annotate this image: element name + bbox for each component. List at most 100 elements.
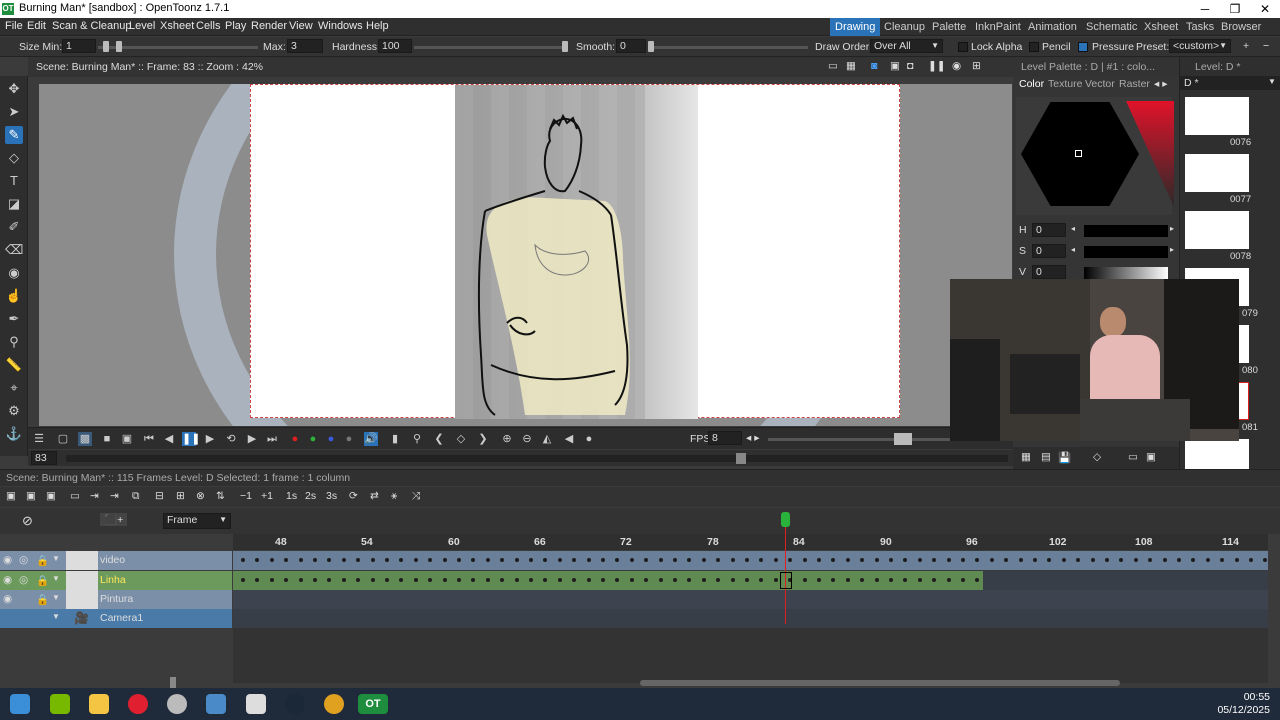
chevron-down-icon[interactable]: ▼ <box>52 593 60 602</box>
green-channel-icon[interactable]: ● <box>306 432 320 446</box>
room-xsheet[interactable]: Xsheet <box>1139 18 1183 36</box>
level-frame-thumbnail[interactable] <box>1185 154 1249 192</box>
frame-slider-knob[interactable] <box>736 453 746 464</box>
shuffle-icon[interactable]: ⤨ <box>412 490 420 503</box>
column-cells-pintura[interactable] <box>233 590 1268 609</box>
preview-icon[interactable]: ▣ <box>890 60 900 72</box>
room-inknpaint[interactable]: InknPaint <box>970 18 1026 36</box>
obs-icon[interactable] <box>167 694 187 714</box>
lock-icon[interactable]: 🔒 <box>36 574 49 587</box>
hardness-slider[interactable] <box>414 46 568 49</box>
key-icon[interactable]: ◇ <box>1093 451 1101 463</box>
duplicate-icon[interactable]: ⧉ <box>132 490 140 503</box>
frame-field[interactable]: 83 <box>31 451 57 465</box>
menu-help[interactable]: Help <box>366 20 389 32</box>
random-icon[interactable]: ⚹ <box>391 490 397 503</box>
alpha-channel-icon[interactable]: ● <box>342 432 356 446</box>
preset-select[interactable]: <custom> ▼ <box>1169 39 1231 53</box>
save-icon[interactable]: 💾 <box>1058 451 1071 464</box>
hardness-field[interactable]: 100 <box>378 39 412 53</box>
lock-icon[interactable]: 🔒 <box>36 593 49 606</box>
xsheet-empty-area[interactable] <box>233 628 1268 683</box>
chevron-right-icon[interactable]: ▸ <box>1170 245 1174 254</box>
file-explorer-icon[interactable] <box>89 694 109 714</box>
explode-icon[interactable]: ⊞ <box>176 490 185 502</box>
frame-zoom-select[interactable]: Frame ▼ <box>163 513 231 529</box>
frame-slider[interactable] <box>66 455 1008 462</box>
s-field[interactable]: 0 <box>1032 244 1066 258</box>
room-schematic[interactable]: Schematic <box>1081 18 1142 36</box>
step-3-icon[interactable]: 3s <box>326 490 337 502</box>
hardness-knob[interactable] <box>562 41 568 52</box>
color-cursor[interactable] <box>1075 150 1082 157</box>
color-picker[interactable] <box>1016 97 1174 215</box>
size-max-knob[interactable] <box>116 41 122 52</box>
room-palette[interactable]: Palette <box>927 18 971 36</box>
menu-icon[interactable]: ☰ <box>32 432 46 446</box>
room-cleanup[interactable]: Cleanup <box>879 18 930 36</box>
flip-v-icon[interactable]: ◀ <box>562 432 576 446</box>
chevron-left-icon[interactable]: ◂ <box>1071 224 1075 233</box>
pinch-tool-icon[interactable]: ⚙ <box>5 402 23 420</box>
palette-menu-icon[interactable]: ▦ <box>1021 451 1031 463</box>
column-header-linha[interactable]: ◉ ◎ 🔒 ▼ Linha <box>0 571 232 590</box>
display-mode-icon[interactable]: ▣ <box>1146 451 1156 463</box>
room-drawing[interactable]: Drawing <box>830 18 881 36</box>
size-min-knob[interactable] <box>103 41 109 52</box>
nvidia-icon[interactable] <box>50 694 70 714</box>
eye-icon[interactable]: ◉ <box>3 593 12 605</box>
finger-tool-icon[interactable]: ☝ <box>5 287 23 305</box>
column-cells-camera[interactable] <box>233 609 1268 628</box>
camstand-icon[interactable]: ◎ <box>19 574 28 586</box>
safe-area-icon[interactable]: ⊞ <box>972 60 981 72</box>
prev-frame-icon[interactable]: ◀ <box>162 432 176 446</box>
size-slider[interactable] <box>98 46 258 49</box>
menu-edit[interactable]: Edit <box>27 20 46 32</box>
zoom-out-icon[interactable]: ⊖ <box>520 432 534 446</box>
lock-alpha-checkbox[interactable] <box>958 42 968 52</box>
insert-multi-icon[interactable]: ⇥ <box>110 490 119 502</box>
steam-icon[interactable] <box>285 694 305 714</box>
bg-white-icon[interactable]: ▢ <box>56 432 70 446</box>
room-tasks[interactable]: Tasks <box>1181 18 1219 36</box>
first-frame-icon[interactable]: ⏮ <box>142 432 156 446</box>
menu-windows[interactable]: Windows <box>318 20 363 32</box>
brush-tool-icon[interactable]: ✎ <box>5 126 23 144</box>
level-frame-thumbnail[interactable] <box>1185 97 1249 135</box>
new-toonz-raster-icon[interactable]: ▣ <box>26 490 36 502</box>
hook-tool-icon[interactable]: ⚓ <box>5 425 23 443</box>
decrease-step-icon[interactable]: −1 <box>240 490 252 502</box>
draw-order-select[interactable]: Over All ▼ <box>870 39 943 53</box>
rgb-picker-icon[interactable]: ⚲ <box>5 333 23 351</box>
column-header-pintura[interactable]: ◉ 🔒 ▼ Pintura <box>0 590 232 609</box>
menu-render[interactable]: Render <box>251 20 287 32</box>
blue-channel-icon[interactable]: ● <box>324 432 338 446</box>
menu-play[interactable]: Play <box>225 20 246 32</box>
minimize-icon[interactable]: ─ <box>1190 0 1220 18</box>
tab-raster[interactable]: Raster <box>1119 78 1150 90</box>
menu-level[interactable]: Level <box>129 20 155 32</box>
visibility-icon[interactable]: ◉ <box>952 60 961 72</box>
max-field[interactable]: 3 <box>287 39 323 53</box>
prev-key-icon[interactable]: ❮ <box>432 432 446 446</box>
zoom-in-icon[interactable]: ⊕ <box>500 432 514 446</box>
eye-icon[interactable]: ◉ <box>3 574 12 586</box>
s-slider[interactable] <box>1084 246 1168 258</box>
frame-ruler[interactable]: 48 54 60 66 72 78 84 90 96 102 108 114 <box>233 534 1268 550</box>
h-slider[interactable] <box>1084 225 1168 237</box>
view-mode-icon[interactable]: ▭ <box>1128 451 1138 463</box>
selected-cell[interactable] <box>780 572 792 589</box>
geometric-tool-icon[interactable]: ◇ <box>5 149 23 167</box>
sub-camera-icon[interactable]: ◘ <box>907 60 913 72</box>
pause-icon[interactable]: ❚❚ <box>182 432 200 446</box>
insert-icon[interactable]: ⇥ <box>90 490 99 502</box>
save-palette-icon[interactable]: ▤ <box>1041 451 1051 463</box>
eraser-tool-icon[interactable]: ⌫ <box>5 241 23 259</box>
next-frame-icon[interactable]: ▶ <box>245 432 259 446</box>
xsheet-hscrollbar[interactable] <box>640 680 1120 686</box>
frame-zoom-slider-knob[interactable] <box>170 677 176 688</box>
current-frame-handle[interactable] <box>781 512 790 527</box>
level-name-field[interactable]: D * ▼ <box>1180 76 1280 90</box>
add-column-icon[interactable]: ⬛+ <box>100 513 128 526</box>
chevron-right-icon[interactable]: ▸ <box>1170 224 1174 233</box>
